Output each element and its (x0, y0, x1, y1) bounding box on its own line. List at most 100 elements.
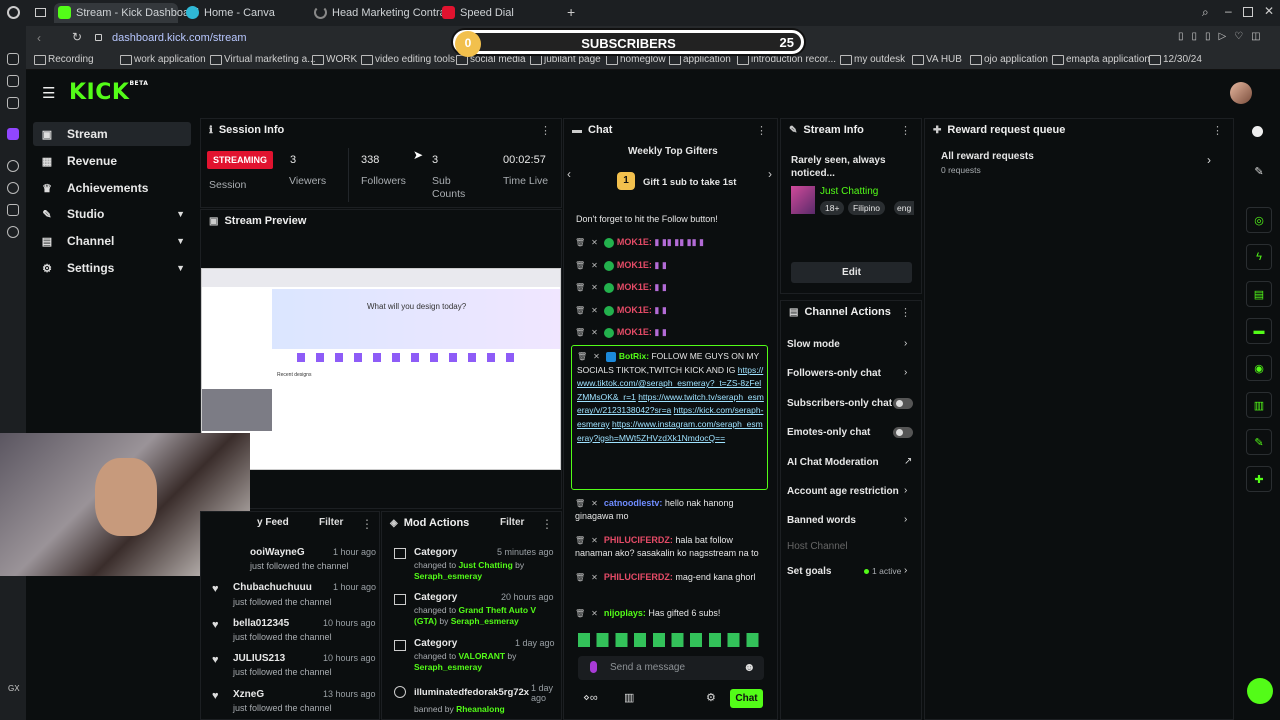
chevron-left-icon[interactable]: ‹ (567, 167, 571, 181)
emotes-only-toggle[interactable] (893, 427, 913, 438)
slow-mode-item[interactable]: Slow mode (787, 339, 917, 350)
emote-bar[interactable] (578, 633, 763, 647)
filter-button[interactable]: Filter (500, 517, 524, 528)
url-field[interactable]: dashboard.kick.com/stream (112, 32, 247, 44)
twitch-icon[interactable] (7, 128, 19, 140)
hamburger-menu-icon[interactable]: ☰ (42, 84, 55, 102)
back-icon[interactable]: ‹ (37, 31, 41, 45)
ai-moderation-item[interactable]: AI Chat Moderation (787, 457, 917, 468)
wrench-icon[interactable]: ✎ (1246, 429, 1272, 455)
filter-button[interactable]: Filter (319, 517, 343, 528)
more-options-icon[interactable]: ⋮ (541, 517, 553, 531)
bookmark-my-outdesk[interactable]: my outdesk (840, 54, 905, 65)
bookmark-emapta-application[interactable]: emapta application (1052, 54, 1150, 65)
more-options-icon[interactable]: ⋮ (361, 517, 373, 531)
panel-icon[interactable] (7, 97, 19, 109)
message-icon[interactable]: ▬ (1246, 318, 1272, 344)
document-icon[interactable]: ▤ (1246, 281, 1272, 307)
camera-icon[interactable]: ◎ (1246, 207, 1272, 233)
mod-tools-icon[interactable]: 🗑✕ (577, 350, 606, 364)
sidebar-item-revenue[interactable]: ▦ Revenue (33, 149, 191, 173)
sidebar-item-stream[interactable]: ▣ Stream (33, 122, 191, 146)
bookmark-12-30-24[interactable]: 12/30/24 (1149, 54, 1202, 65)
follow-text: just followed the channel (233, 667, 332, 677)
browser-menu-icon[interactable] (7, 6, 20, 19)
account-age-item[interactable]: Account age restriction (787, 486, 917, 497)
lightning-icon[interactable]: ϟ (1246, 244, 1272, 270)
more-options-icon[interactable]: ⋮ (540, 124, 551, 137)
loop-icon[interactable]: ⋄∞ (583, 691, 598, 704)
settings-icon[interactable] (7, 226, 19, 238)
microphone-icon[interactable] (590, 661, 597, 673)
bookmark-va-hub[interactable]: VA HUB (912, 54, 962, 65)
mod-tools-icon[interactable]: 🗑✕ (575, 534, 604, 547)
bookmark-ojo-application[interactable]: ojo application (970, 54, 1048, 65)
search-icon[interactable]: ⌕ (1202, 5, 1209, 20)
minimize-icon[interactable]: – (1225, 4, 1232, 18)
chevron-right-icon[interactable]: › (1207, 153, 1211, 167)
chat-send-button[interactable]: Chat (730, 689, 763, 708)
edit-button[interactable]: Edit (791, 262, 912, 283)
followers-label: Followers (361, 175, 406, 187)
support-button[interactable] (1247, 678, 1273, 704)
new-tab-icon[interactable]: + (567, 4, 575, 20)
panel-icon[interactable] (7, 75, 19, 87)
bookmark-virtual-marketing[interactable]: Virtual marketing a... (210, 54, 316, 65)
followers-only-item[interactable]: Followers-only chat (787, 368, 917, 379)
heart-icon: ♥ (212, 690, 219, 702)
gift-cta[interactable]: Gift 1 sub to take 1st (643, 177, 736, 188)
tab-canva[interactable]: Home - Canva (182, 3, 302, 23)
info-icon[interactable] (1252, 126, 1263, 137)
chevron-right-icon[interactable]: › (768, 167, 772, 181)
mod-tools-icon[interactable]: 🗑✕ (575, 304, 604, 317)
tab-kick-dashboard[interactable]: Stream - Kick Dashboard (54, 3, 199, 23)
mod-tools-icon[interactable]: 🗑✕ (575, 236, 604, 249)
chat-input[interactable]: Send a message ☻ (578, 656, 764, 680)
more-options-icon[interactable]: ⋮ (900, 306, 911, 319)
subscriber-goal-overlay: 0 SUBSCRIBERS 25 (451, 28, 806, 57)
layout-icon[interactable]: ▥ (1246, 392, 1272, 418)
more-options-icon[interactable]: ⋮ (756, 124, 767, 137)
subscribers-only-toggle[interactable] (893, 398, 913, 409)
bookmark-recording[interactable]: Recording (34, 54, 94, 65)
maximize-icon[interactable] (1243, 7, 1253, 17)
emoji-icon[interactable]: ☻ (743, 660, 756, 674)
broadcast-icon[interactable]: ◉ (1246, 355, 1272, 381)
mod-tools-icon[interactable]: 🗑✕ (575, 571, 604, 584)
tab-head-marketing[interactable]: Head Marketing Contract (310, 3, 454, 23)
panel-icon[interactable] (7, 204, 19, 216)
category-name[interactable]: Just Chatting (820, 186, 878, 197)
panel-icon[interactable] (7, 160, 19, 172)
banned-words-item[interactable]: Banned words (787, 515, 917, 526)
all-rewards-label[interactable]: All reward requests (941, 151, 1034, 162)
avatar[interactable] (1230, 82, 1252, 104)
bookmark-video-editing[interactable]: video editing tools (361, 54, 455, 65)
time-live-label: Time Live (503, 175, 549, 187)
bookmark-work[interactable]: WORK (312, 54, 357, 65)
sidebar-item-studio[interactable]: ✎ Studio ▼ (33, 202, 191, 226)
puzzle-icon[interactable]: ✚ (1246, 466, 1272, 492)
mod-tools-icon[interactable]: 🗑✕ (575, 281, 604, 294)
extension-icons[interactable]: ▯▯▯▷♡◫ (1178, 31, 1269, 42)
more-options-icon[interactable]: ⋮ (900, 124, 911, 137)
kick-logo[interactable]: KICKBETA (69, 80, 148, 105)
chat-settings-icon[interactable]: ⚙ (706, 691, 716, 704)
sidebar-item-achievements[interactable]: ♛ Achievements (33, 176, 191, 200)
panel-icon[interactable] (7, 53, 19, 65)
mod-tools-icon[interactable]: 🗑✕ (575, 607, 604, 620)
stream-preview-video[interactable]: What will you design today? Recent desig… (201, 268, 561, 470)
sidebar-item-channel[interactable]: ▤ Channel ▼ (33, 229, 191, 253)
edit-icon[interactable]: ✎ (1246, 158, 1272, 184)
sidebar-item-settings[interactable]: ⚙ Settings ▼ (33, 256, 191, 280)
tab-list-icon[interactable] (35, 8, 46, 17)
mod-tools-icon[interactable]: 🗑✕ (575, 326, 604, 339)
mod-tools-icon[interactable]: 🗑✕ (575, 259, 604, 272)
tab-speed-dial[interactable]: Speed Dial (438, 3, 558, 23)
mod-tools-icon[interactable]: 🗑✕ (575, 497, 604, 510)
bookmark-work-application[interactable]: work application (120, 54, 206, 65)
more-options-icon[interactable]: ⋮ (1212, 124, 1223, 137)
panel-icon[interactable] (7, 182, 19, 194)
reload-icon[interactable]: ↻ (72, 30, 82, 44)
store-icon[interactable]: ▥ (624, 691, 634, 704)
close-icon[interactable]: ✕ (1264, 4, 1274, 18)
